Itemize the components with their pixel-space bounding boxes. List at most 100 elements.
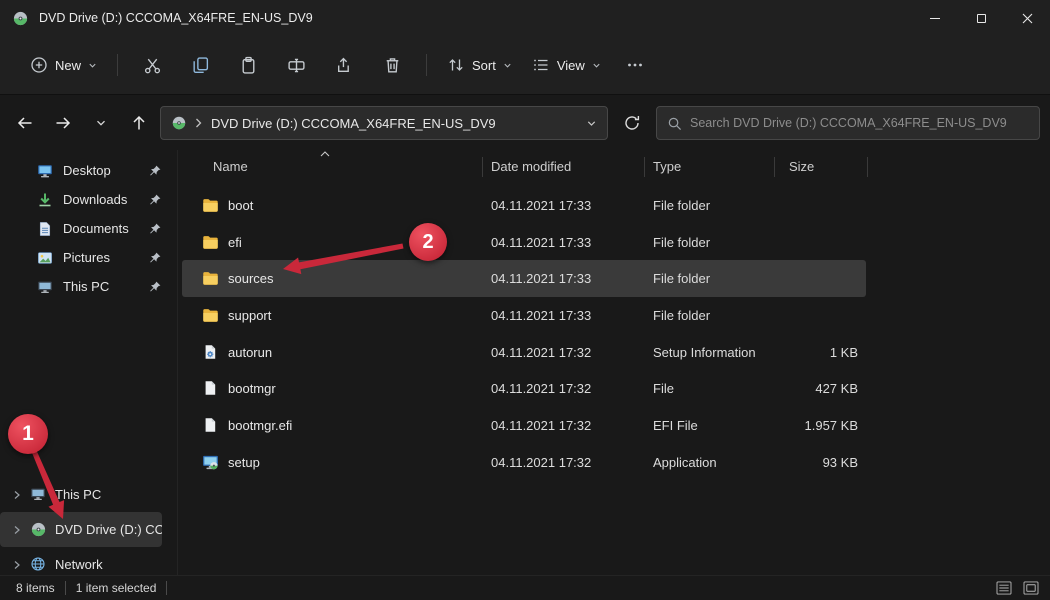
chevron-down-icon	[592, 61, 601, 70]
sort-arrows-icon	[447, 56, 465, 74]
chevron-down-icon	[88, 61, 97, 70]
sidebar: Desktop Downloads Documents Pictures Thi…	[0, 150, 178, 575]
file-row[interactable]: setup 04.11.2021 17:32 Application 93 KB	[182, 444, 866, 481]
maximize-icon	[977, 14, 986, 23]
file-row[interactable]: bootmgr.efi 04.11.2021 17:32 EFI File 1.…	[182, 407, 866, 444]
quick-access-item-label: Pictures	[63, 250, 110, 265]
search-input[interactable]	[690, 116, 1029, 130]
sidebar-quick-access-item[interactable]: Pictures	[3, 243, 174, 272]
status-bar: 8 items 1 item selected	[0, 575, 1050, 600]
chevron-right-icon[interactable]	[12, 560, 22, 570]
column-header-name[interactable]: Name	[178, 157, 483, 177]
details-view-button[interactable]	[993, 578, 1015, 598]
sidebar-tree-item[interactable]: This PC	[0, 477, 162, 512]
quick-access-item-label: Desktop	[63, 163, 111, 178]
file-type: File	[645, 381, 775, 396]
file-date-modified: 04.11.2021 17:33	[483, 235, 645, 250]
file-date-modified: 04.11.2021 17:32	[483, 381, 645, 396]
tree-item-icon	[30, 486, 47, 503]
file-size: 1 KB	[775, 345, 866, 360]
sidebar-quick-access-item[interactable]: Desktop	[3, 156, 174, 185]
cut-button[interactable]	[128, 48, 176, 82]
file-date-modified: 04.11.2021 17:33	[483, 198, 645, 213]
column-label-type: Type	[653, 159, 681, 174]
rename-button[interactable]	[272, 48, 320, 82]
column-header-type[interactable]: Type	[645, 157, 775, 177]
chevron-right-icon[interactable]	[12, 525, 22, 535]
file-name: autorun	[228, 345, 272, 360]
refresh-icon	[623, 114, 641, 132]
file-type-icon	[202, 344, 219, 361]
maximize-button[interactable]	[958, 0, 1004, 36]
sidebar-quick-access-item[interactable]: Documents	[3, 214, 174, 243]
address-bar[interactable]: DVD Drive (D:) CCCOMA_X64FRE_EN-US_DV9	[160, 106, 608, 140]
file-size: 93 KB	[775, 455, 866, 470]
view-button[interactable]: View	[522, 48, 611, 82]
file-type-icon	[202, 417, 219, 434]
file-row[interactable]: bootmgr 04.11.2021 17:32 File 427 KB	[182, 370, 866, 407]
scissors-icon	[143, 56, 162, 75]
plus-circle-icon	[30, 56, 48, 74]
large-icons-view-icon	[1023, 581, 1039, 595]
sidebar-quick-access-item[interactable]: This PC	[3, 272, 174, 301]
file-name-cell: bootmgr	[182, 380, 483, 397]
trash-icon	[383, 56, 402, 75]
sidebar-tree-item[interactable]: DVD Drive (D:) CC	[0, 512, 162, 547]
arrow-up-icon	[129, 113, 149, 133]
file-row[interactable]: autorun 04.11.2021 17:32 Setup Informati…	[182, 334, 866, 371]
toolbar-divider	[426, 54, 427, 76]
details-view-icon	[996, 581, 1012, 595]
forward-button[interactable]	[44, 106, 82, 140]
file-row[interactable]: sources 04.11.2021 17:33 File folder	[182, 260, 866, 297]
share-icon	[335, 56, 354, 75]
file-date-modified: 04.11.2021 17:32	[483, 455, 645, 470]
file-type-icon	[202, 234, 219, 251]
file-row[interactable]: efi 04.11.2021 17:33 File folder	[182, 224, 866, 261]
breadcrumb-chevron-icon	[195, 118, 203, 128]
sort-button[interactable]: Sort	[437, 48, 522, 82]
close-button[interactable]	[1004, 0, 1050, 36]
paste-button[interactable]	[224, 48, 272, 82]
copy-button[interactable]	[176, 48, 224, 82]
file-type-icon	[202, 197, 219, 214]
address-dropdown-icon[interactable]	[586, 118, 597, 129]
paste-icon	[239, 56, 258, 75]
arrow-left-icon	[15, 113, 35, 133]
item-count: 8 items	[16, 581, 55, 595]
back-button[interactable]	[6, 106, 44, 140]
minimize-button[interactable]	[912, 0, 958, 36]
quick-access-item-label: Downloads	[63, 192, 127, 207]
column-header-size[interactable]: Size	[775, 157, 868, 177]
quick-access-item-icon	[37, 250, 53, 266]
file-type: File folder	[645, 271, 775, 286]
file-type-icon	[202, 270, 219, 287]
recent-locations-button[interactable]	[82, 106, 120, 140]
column-header-date-modified[interactable]: Date modified	[483, 157, 645, 177]
ellipsis-icon	[626, 56, 644, 74]
chevron-down-icon	[503, 61, 512, 70]
tree-item-icon	[30, 556, 47, 573]
dvd-drive-icon	[12, 10, 29, 27]
up-button[interactable]	[120, 106, 158, 140]
refresh-button[interactable]	[614, 106, 650, 140]
file-row[interactable]: boot 04.11.2021 17:33 File folder	[182, 187, 866, 224]
file-type: File folder	[645, 235, 775, 250]
new-button[interactable]: New	[20, 48, 107, 82]
sidebar-quick-access-item[interactable]: Downloads	[3, 185, 174, 214]
large-icons-view-button[interactable]	[1020, 578, 1042, 598]
chevron-right-icon[interactable]	[12, 490, 22, 500]
more-options-button[interactable]	[611, 48, 659, 82]
tree-item-icon	[30, 521, 47, 538]
file-name-cell: bootmgr.efi	[182, 417, 483, 434]
selection-count: 1 item selected	[76, 581, 157, 595]
share-button[interactable]	[320, 48, 368, 82]
file-row[interactable]: support 04.11.2021 17:33 File folder	[182, 297, 866, 334]
file-type: File folder	[645, 308, 775, 323]
file-date-modified: 04.11.2021 17:32	[483, 345, 645, 360]
quick-access-item-icon	[37, 221, 53, 237]
file-type: Application	[645, 455, 775, 470]
delete-button[interactable]	[368, 48, 416, 82]
copy-icon	[191, 56, 210, 75]
rename-icon	[287, 56, 306, 75]
file-date-modified: 04.11.2021 17:33	[483, 308, 645, 323]
